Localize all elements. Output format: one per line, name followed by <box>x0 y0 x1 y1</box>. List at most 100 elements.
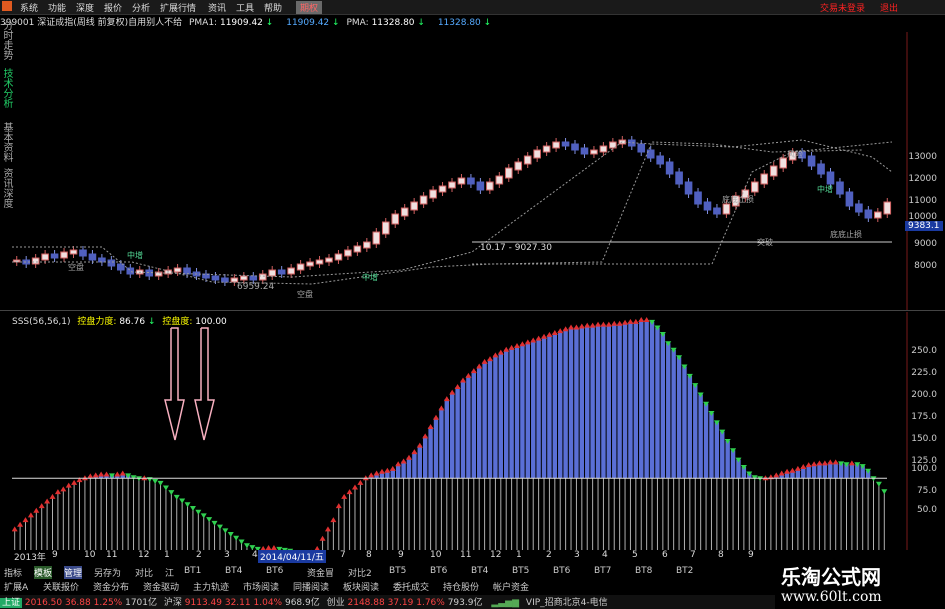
tab-extension[interactable]: 关联报价 <box>43 580 79 593</box>
up-marker <box>816 460 823 466</box>
candle <box>315 259 324 265</box>
candle <box>363 241 371 249</box>
tab-indicator[interactable]: 资金冒 <box>307 566 334 579</box>
time-axis-label: 7 <box>690 550 696 560</box>
sidebar-tab-technical[interactable]: 技术分析 <box>0 68 12 120</box>
up-marker <box>508 344 515 350</box>
tab-extension[interactable]: 持仓股份 <box>443 580 479 593</box>
down-marker <box>243 543 250 549</box>
tab-indicator[interactable]: 模板 <box>34 566 53 579</box>
indicator-markers <box>12 317 888 550</box>
candle <box>98 257 106 263</box>
tab-indicator[interactable]: 对比 <box>135 566 153 579</box>
ma1-value: 11909.42 <box>219 18 263 28</box>
tab-indicator[interactable]: BT8 <box>635 566 652 576</box>
ma2-down-arrow-icon: ↓ <box>332 18 340 28</box>
up-marker <box>335 503 342 509</box>
candle <box>845 191 854 207</box>
tab-indicator[interactable]: BT6 <box>430 566 447 576</box>
tab-indicator[interactable]: BT6 <box>553 566 570 576</box>
candle <box>50 253 59 259</box>
sss-indicator-chart[interactable] <box>12 312 910 550</box>
menu-item-help[interactable]: 帮助 <box>264 1 282 14</box>
tab-indicator[interactable]: BT5 <box>512 566 529 576</box>
status-value: 9113.49 <box>184 598 222 608</box>
exit-button[interactable]: 退出 <box>880 1 898 14</box>
up-marker <box>416 442 423 448</box>
tab-extension[interactable]: 资金驱动 <box>143 580 179 593</box>
time-axis-label: 8 <box>366 550 372 560</box>
login-status-link[interactable]: 交易未登录 <box>820 1 865 14</box>
menu-item-function[interactable]: 功能 <box>48 1 66 14</box>
tab-extension[interactable]: 帐户资金 <box>493 580 529 593</box>
down-marker <box>206 517 213 523</box>
candle <box>571 143 579 151</box>
candle <box>79 249 87 257</box>
time-axis-label: 2 <box>546 550 552 560</box>
candle <box>504 167 513 179</box>
up-marker <box>44 498 51 504</box>
menu-item-depth[interactable]: 深度 <box>76 1 94 14</box>
up-marker <box>38 503 45 509</box>
security-title: 399001 深证成指(周线 前复权)自用别人不给 <box>0 18 183 28</box>
up-marker <box>605 321 612 327</box>
menu-item-analysis[interactable]: 分析 <box>132 1 150 14</box>
tab-extension[interactable]: 扩展A <box>4 580 28 593</box>
tab-indicator[interactable]: BT4 <box>225 566 242 576</box>
indicator-tick: 250.0 <box>911 346 937 356</box>
tab-indicator[interactable]: BT2 <box>676 566 693 576</box>
candle <box>173 267 182 273</box>
status-volume: 968.9亿 <box>284 598 320 608</box>
tab-extension[interactable]: 主力轨迹 <box>193 580 229 593</box>
menu-item-system[interactable]: 系统 <box>20 1 38 14</box>
info-bar: 399001 深证成指(周线 前复权)自用别人不给 PMA1: 11909.42… <box>0 15 560 31</box>
down-marker <box>200 513 207 519</box>
tab-indicator[interactable]: 江 <box>165 566 174 579</box>
tag-label: 空盘 <box>297 289 313 299</box>
tab-indicator[interactable]: BT7 <box>594 566 611 576</box>
menu-item-news[interactable]: 资讯 <box>208 1 226 14</box>
candle <box>419 195 428 205</box>
status-volume: 793.9亿 <box>447 598 483 608</box>
status-index-name[interactable]: 上证 <box>0 598 23 608</box>
tab-indicator[interactable]: 另存为 <box>94 566 121 579</box>
tab-indicator[interactable]: 指标 <box>4 566 22 579</box>
sidebar-tab-fundamentals[interactable]: 基本资料 <box>0 122 12 174</box>
candle <box>486 181 494 191</box>
up-marker <box>432 414 439 420</box>
up-marker <box>616 320 623 326</box>
tab-extension[interactable]: 板块阅读 <box>343 580 379 593</box>
menu-item-tools[interactable]: 工具 <box>236 1 254 14</box>
tab-indicator[interactable]: BT4 <box>471 566 488 576</box>
down-marker <box>173 494 180 500</box>
tab-indicator[interactable]: BT5 <box>389 566 406 576</box>
up-marker <box>119 470 126 476</box>
down-marker <box>222 528 229 534</box>
down-arrow-icon <box>164 327 185 441</box>
price-tick: 12000 <box>908 174 937 184</box>
down-marker <box>211 520 218 526</box>
sidebar-tab-depth[interactable]: 资讯深度 <box>0 168 12 220</box>
menu-item-options[interactable]: 期权 <box>296 1 323 14</box>
server-label[interactable]: VIP_招商北京4-电信 <box>526 598 608 608</box>
tab-indicator[interactable]: BT6 <box>266 566 283 576</box>
tab-extension[interactable]: 资金分布 <box>93 580 129 593</box>
tab-indicator[interactable]: 管理 <box>64 566 83 579</box>
time-axis-label: 8 <box>718 550 724 560</box>
ma2-value: 11909.42 <box>286 18 330 28</box>
tab-extension[interactable]: 市场阅读 <box>243 580 279 593</box>
down-marker <box>238 539 245 545</box>
candle <box>807 155 816 167</box>
status-index-name[interactable]: 创业 <box>327 598 345 608</box>
tab-extension[interactable]: 同播阅读 <box>293 580 329 593</box>
tab-indicator[interactable]: 对比2 <box>348 566 372 579</box>
tab-extension[interactable]: 委托成交 <box>393 580 429 593</box>
up-marker <box>65 482 72 488</box>
brand-url: www.60lt.com <box>781 589 882 605</box>
menu-item-quote[interactable]: 报价 <box>104 1 122 14</box>
status-index-name[interactable]: 沪深 <box>164 598 182 608</box>
tab-indicator[interactable]: BT1 <box>184 566 201 576</box>
app-logo-icon[interactable] <box>2 1 12 14</box>
price-candlestick-chart[interactable]: 10.17 - 9027.30 6959.24 空盘 空盘 中增 底底止损 风险… <box>12 32 910 310</box>
menu-item-ext-market[interactable]: 扩展行情 <box>160 1 196 14</box>
